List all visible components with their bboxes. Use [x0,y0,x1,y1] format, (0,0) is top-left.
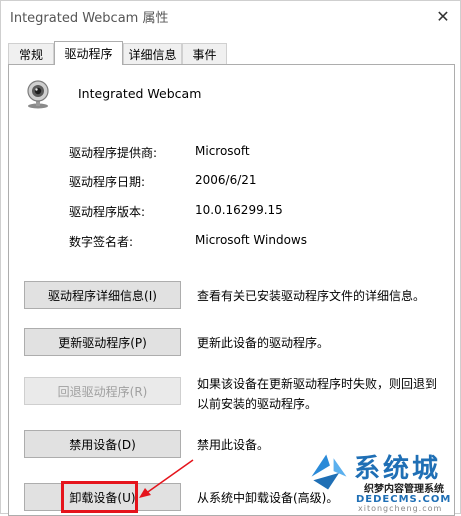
driver-details-description: 查看有关已安装驱动程序文件的详细信息。 [197,286,447,306]
close-icon: ✕ [436,6,450,26]
driver-date-value: 2006/6/21 [195,173,257,187]
close-button[interactable]: ✕ [425,1,461,31]
update-driver-description: 更新此设备的驱动程序。 [197,333,447,353]
driver-version-label: 驱动程序版本: [69,205,146,219]
watermark-line-1: 织梦内容管理系统 [364,484,444,495]
description-line: 以前安装的驱动程序。 [197,397,318,411]
watermark: 系统城 织梦内容管理系统 DEDECMS.COM xitongcheng.com [306,447,461,515]
tab-strip: 常规 驱动程序 详细信息 事件 [8,41,456,65]
tab-events[interactable]: 事件 [182,43,227,64]
red-arrow-annotation [139,459,194,498]
device-name: Integrated Webcam [78,86,202,101]
webcam-icon [27,80,49,109]
properties-window: Integrated Webcam 属性 ✕ 常规 驱动程序 详细信息 事件 I… [0,0,461,516]
description-line: 查看有关已安装驱动程序文件的详细信息。 [197,289,426,303]
update-driver-button[interactable]: 更新驱动程序(P) [24,328,181,356]
signer-value: Microsoft Windows [195,233,307,247]
tab-driver[interactable]: 驱动程序 [54,41,123,65]
driver-details-button[interactable]: 驱动程序详细信息(I) [24,281,181,309]
description-line: 如果该设备在更新驱动程序时失败，则回退到 [197,377,438,391]
signer-label: 数字签名者: [69,235,134,249]
disable-device-button[interactable]: 禁用设备(D) [24,430,181,458]
provider-value: Microsoft [195,144,250,158]
tab-general[interactable]: 常规 [8,43,54,64]
title-bar[interactable]: Integrated Webcam 属性 ✕ [1,1,461,31]
description-line: 更新此设备的驱动程序。 [197,336,330,350]
roll-back-driver-button[interactable]: 回退驱动程序(R) [24,377,181,405]
watermark-line-3: xitongcheng.com [358,504,443,513]
roll-back-driver-description: 如果该设备在更新驱动程序时失败，则回退到 以前安装的驱动程序。 [197,374,447,414]
watermark-logo-icon [311,454,347,490]
tab-details[interactable]: 详细信息 [123,43,182,64]
driver-date-label: 驱动程序日期: [69,175,146,189]
provider-label: 驱动程序提供商: [69,146,158,160]
window-title: Integrated Webcam 属性 [10,11,169,26]
driver-version-value: 10.0.16299.15 [195,203,283,217]
